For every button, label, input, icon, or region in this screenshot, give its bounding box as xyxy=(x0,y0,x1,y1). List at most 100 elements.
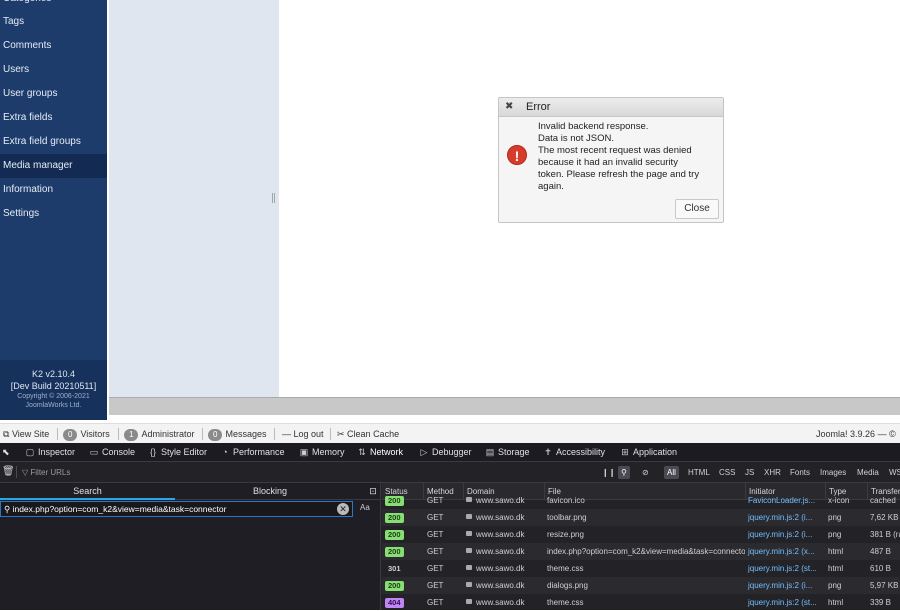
joomla-version-suffix: — © xyxy=(877,429,896,439)
close-button[interactable]: Close xyxy=(675,199,719,219)
status-badge: 200 xyxy=(385,513,404,523)
admin-label: Administrator xyxy=(141,429,195,439)
table-row[interactable]: 200 GET www.sawo.dk toolbar.png jquery.min.j… xyxy=(382,509,900,526)
search-input[interactable]: ⚲ index.php?option=com_k2&view=media&tas… xyxy=(0,501,353,517)
table-row[interactable]: 200 GET www.sawo.dk index.php?option=com_k2… xyxy=(382,543,900,560)
sidebar-footer: K2 v2.10.4 [Dev Build 20210511] Copyrigh… xyxy=(0,360,107,420)
tab-search[interactable]: Search xyxy=(0,483,175,500)
initiator-link[interactable]: jquery.min.js:2 (x... xyxy=(745,543,825,560)
dialog-message-line: token. Please refresh the page and try xyxy=(538,169,700,180)
pause-icon[interactable]: ❙❙ xyxy=(602,466,615,479)
view-site-link[interactable]: ⧉ View Site xyxy=(3,424,49,444)
initiator-link[interactable]: FaviconLoader.js... xyxy=(745,492,825,509)
sidebar-item-extra-fields[interactable]: Extra fields xyxy=(0,106,107,130)
media-folder-tree[interactable] xyxy=(109,0,279,397)
method-cell: GET xyxy=(427,513,444,522)
filter-js[interactable]: JS xyxy=(745,466,754,479)
sidebar-item-media-manager[interactable]: Media manager xyxy=(0,154,107,178)
lock-icon xyxy=(466,582,472,587)
sidebar-item-users[interactable]: Users xyxy=(0,58,107,82)
accessibility-icon: ✝ xyxy=(544,447,552,457)
divider xyxy=(57,428,58,440)
lock-icon xyxy=(466,531,472,536)
company-link[interactable]: JoomlaWorks Ltd. xyxy=(0,401,107,410)
method-cell: GET xyxy=(427,496,444,505)
type-cell: x-icon xyxy=(828,496,850,505)
logout-link[interactable]: — Log out xyxy=(282,424,324,444)
sidebar-item-extra-field-groups[interactable]: Extra field groups xyxy=(0,130,107,154)
tab-style-editor[interactable]: {} Style Editor xyxy=(147,443,207,462)
filter-ws[interactable]: WS xyxy=(889,466,900,479)
domain-text: www.sawo.dk xyxy=(476,496,525,505)
tab-accessibility[interactable]: ✝ Accessibility xyxy=(542,443,605,462)
initiator-link[interactable]: jquery.min.js:2 (i... xyxy=(745,577,825,594)
tab-memory[interactable]: ▣ Memory xyxy=(298,443,345,462)
case-sensitive-toggle[interactable]: Aa xyxy=(360,503,370,512)
table-row[interactable]: 404 GET www.sawo.dk theme.css jquery.min.js:… xyxy=(382,594,900,611)
tab-storage[interactable]: ▤ Storage xyxy=(484,443,530,462)
initiator-link[interactable]: jquery.min.js:2 (i... xyxy=(745,526,825,543)
dialog-titlebar[interactable]: ✖ Error xyxy=(499,98,723,117)
tab-label: Console xyxy=(102,447,136,457)
tab-debugger[interactable]: ▷ Debugger xyxy=(418,443,472,462)
tab-application[interactable]: ⊞ Application xyxy=(619,443,677,462)
filter-all[interactable]: All xyxy=(664,466,679,479)
close-pane-icon[interactable]: ⊡ xyxy=(366,483,380,500)
tab-performance[interactable]: ◔ Performance xyxy=(219,443,284,462)
table-row[interactable]: 200 GET www.sawo.dk dialogs.png jquery.min.j… xyxy=(382,577,900,594)
table-row[interactable]: 301 GET www.sawo.dk theme.css jquery.min.js:… xyxy=(382,560,900,577)
filter-html[interactable]: HTML xyxy=(688,466,710,479)
tab-network[interactable]: ⇅ Network xyxy=(356,443,403,462)
divider xyxy=(16,466,17,478)
initiator-link[interactable]: jquery.min.js:2 (st... xyxy=(745,594,825,611)
domain-text: www.sawo.dk xyxy=(476,564,525,573)
file-cell: index.php?option=com_k2&view=media&task=… xyxy=(547,547,745,556)
initiator-link[interactable]: jquery.min.js:2 (st... xyxy=(745,560,825,577)
status-cell: 200 xyxy=(382,509,423,526)
file-cell: theme.css xyxy=(547,564,584,573)
sidebar-item-comments[interactable]: Comments xyxy=(0,34,107,58)
sidebar-item-user-groups[interactable]: User groups xyxy=(0,82,107,106)
filter-images[interactable]: Images xyxy=(820,466,846,479)
tab-blocking[interactable]: Blocking xyxy=(180,483,360,500)
trash-icon[interactable]: 🗑 xyxy=(2,465,15,478)
tab-console[interactable]: ▭ Console xyxy=(88,443,135,462)
method-cell: GET xyxy=(427,581,444,590)
close-icon[interactable]: ✖ xyxy=(505,101,513,112)
table-row[interactable]: 200 GET www.sawo.dk favicon.ico FaviconLoade… xyxy=(382,492,900,509)
clean-cache-link[interactable]: ✂ Clean Cache xyxy=(337,424,399,444)
clear-search-icon[interactable]: ✕ xyxy=(337,503,349,515)
sidebar-item-tags[interactable]: Tags xyxy=(0,10,107,34)
k2-sidebar: Categories Tags Comments Users User grou… xyxy=(0,0,107,420)
lock-icon xyxy=(466,548,472,553)
initiator-link[interactable]: jquery.min.js:2 (i... xyxy=(745,509,825,526)
transfer-cell: 381 B (ra xyxy=(870,530,900,539)
type-cell: html xyxy=(828,598,844,607)
sidebar-item-settings[interactable]: Settings xyxy=(0,202,107,226)
tab-inspector[interactable]: ▢ Inspector xyxy=(24,443,75,462)
tab-label: Memory xyxy=(312,447,345,457)
visitors-label: Visitors xyxy=(80,429,110,439)
status-cell: 200 xyxy=(382,543,423,560)
transfer-cell: 487 B xyxy=(870,547,891,556)
visitors-indicator[interactable]: 0 Visitors xyxy=(63,424,110,444)
block-icon[interactable]: ⊘ xyxy=(642,466,649,479)
search-icon[interactable]: ⚲ xyxy=(618,466,630,479)
dialog-message-line: again. xyxy=(538,181,564,192)
administrator-indicator[interactable]: 1 Administrator xyxy=(124,424,194,444)
method-cell: GET xyxy=(427,547,444,556)
filter-media[interactable]: Media xyxy=(857,466,879,479)
filter-css[interactable]: CSS xyxy=(719,466,735,479)
filter-xhr[interactable]: XHR xyxy=(764,466,781,479)
sidebar-item-information[interactable]: Information xyxy=(0,178,107,202)
panel-splitter-handle[interactable] xyxy=(272,193,275,203)
copyright: Copyright © 2006-2021 xyxy=(17,393,90,400)
domain-text: www.sawo.dk xyxy=(476,598,525,607)
filter-urls-input[interactable]: ▽ Filter URLs xyxy=(22,466,70,479)
horizontal-scrollbar[interactable] xyxy=(109,397,900,415)
error-icon: ! xyxy=(507,145,527,165)
element-picker-icon[interactable]: ⬉ xyxy=(2,443,10,462)
table-row[interactable]: 200 GET www.sawo.dk resize.png jquery.min.js… xyxy=(382,526,900,543)
filter-fonts[interactable]: Fonts xyxy=(790,466,810,479)
messages-indicator[interactable]: 0 Messages xyxy=(208,424,266,444)
